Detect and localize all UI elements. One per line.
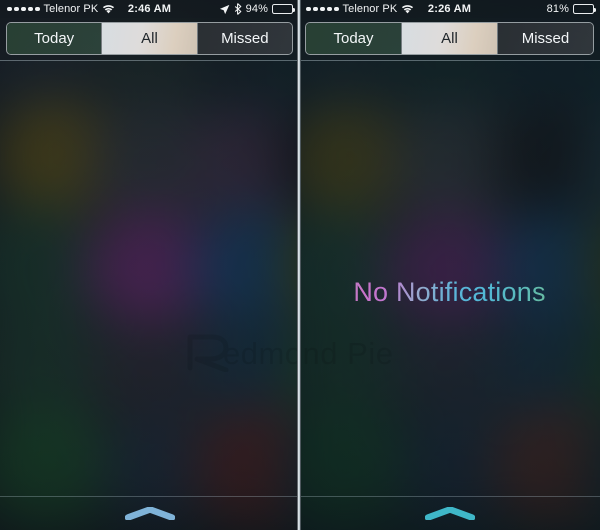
tab-missed-label: Missed: [221, 30, 269, 47]
status-bar-time: 2:46 AM: [127, 3, 172, 15]
notification-list-right[interactable]: No Notifications: [299, 60, 600, 530]
battery-icon: [272, 4, 295, 14]
tabs-separator: [299, 59, 600, 61]
grabber-separator: [299, 496, 600, 497]
segmented-control[interactable]: Today All Missed: [305, 22, 594, 55]
notification-center-panel-right: Telenor PK 2:26 AM 81% Today All Missed …: [299, 0, 600, 530]
status-bar: Telenor PK 2:46 AM 94%: [0, 0, 299, 18]
segmented-control[interactable]: Today All Missed: [6, 22, 293, 55]
notification-tabs-container: Today All Missed: [299, 18, 600, 60]
tab-today[interactable]: Today: [306, 23, 402, 54]
notification-list-left[interactable]: [0, 60, 299, 530]
grabber-chevron-icon[interactable]: [124, 506, 175, 521]
battery-icon: [573, 4, 596, 14]
tab-all[interactable]: All: [102, 23, 198, 54]
grabber-separator: [0, 496, 299, 497]
tab-today-label: Today: [333, 30, 374, 47]
grabber-chevron-icon[interactable]: [424, 506, 475, 521]
tab-all-label: All: [141, 30, 158, 47]
tab-today-label: Today: [34, 30, 75, 47]
panel-divider: [297, 0, 301, 530]
tab-missed[interactable]: Missed: [498, 23, 593, 54]
tab-missed[interactable]: Missed: [197, 23, 292, 54]
tab-all[interactable]: All: [402, 23, 498, 54]
status-bar-time: 2:26 AM: [427, 3, 472, 15]
dual-screenshot-stage: Telenor PK 2:46 AM 94% Today All Missed …: [0, 0, 600, 530]
notification-tabs-container: Today All Missed: [0, 18, 299, 60]
status-bar: Telenor PK 2:26 AM 81%: [299, 0, 600, 18]
tab-all-label: All: [441, 30, 458, 47]
tabs-separator: [0, 59, 299, 61]
notification-center-panel-left: Telenor PK 2:46 AM 94% Today All Missed: [0, 0, 299, 530]
no-notifications-message: No Notifications: [299, 277, 600, 308]
tab-today[interactable]: Today: [7, 23, 103, 54]
tab-missed-label: Missed: [521, 30, 570, 47]
